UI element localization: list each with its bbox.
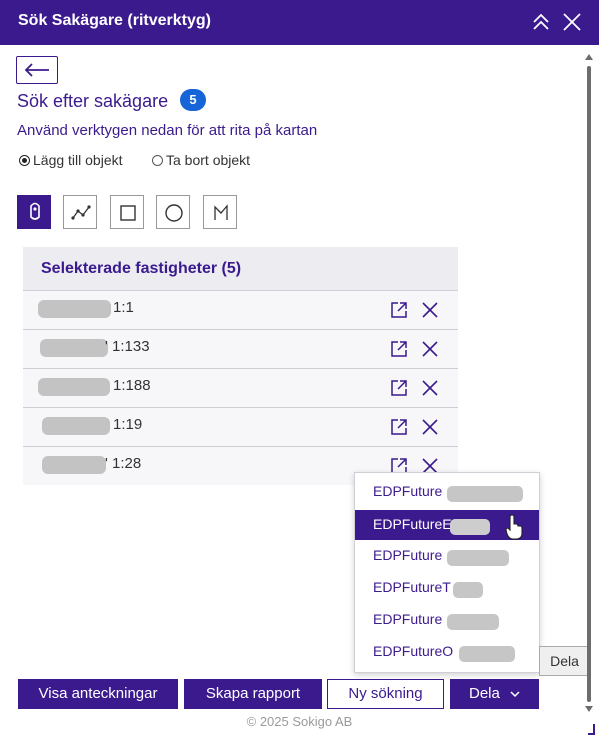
circle-icon xyxy=(165,204,183,222)
rectangle-icon xyxy=(120,205,136,221)
redacted-text xyxy=(450,519,490,535)
chevron-down-icon xyxy=(510,691,520,698)
share-menu-item[interactable]: EDPFuture xyxy=(355,605,539,635)
radio-label: Ta bort objekt xyxy=(166,152,251,168)
back-button[interactable] xyxy=(16,56,58,84)
property-id: ' 1:133 xyxy=(105,338,150,355)
redacted-text xyxy=(447,614,499,630)
radio-button[interactable] xyxy=(152,154,163,166)
scroll-up-arrow-icon xyxy=(585,54,593,60)
redacted-text xyxy=(459,646,515,662)
share-menu-item[interactable]: EDPFutureO xyxy=(355,637,539,667)
arrow-left-icon xyxy=(24,63,49,77)
show-notes-button[interactable]: Visa anteckningar xyxy=(18,679,178,709)
table-row: 1:1 xyxy=(23,290,458,329)
instruction-text: Använd verktygen nedan för att rita på k… xyxy=(17,122,318,139)
close-icon[interactable] xyxy=(421,301,439,319)
share-menu-item[interactable]: EDPFuture xyxy=(355,541,539,571)
count-badge: 5 xyxy=(180,89,206,111)
selected-properties-table: Selekterade fastigheter (5) 1:1 ' 1:133 … xyxy=(23,247,458,485)
tool-circle[interactable] xyxy=(156,195,190,229)
scroll-down-arrow-icon xyxy=(585,706,593,712)
share-menu-item[interactable]: EDPFuture xyxy=(355,477,539,507)
vertical-scrollbar[interactable] xyxy=(583,52,595,712)
table-row: 1:19 xyxy=(23,407,458,446)
table-row: 1:188 xyxy=(23,368,458,407)
redacted-text xyxy=(40,339,108,357)
redacted-text xyxy=(38,378,110,396)
table-row: ' 1:133 xyxy=(23,329,458,368)
point-icon xyxy=(30,202,40,220)
section-heading: Sök efter sakägare xyxy=(17,91,169,111)
window-title: Sök Sakägare (ritverktyg) xyxy=(18,12,211,29)
radio-add-objects[interactable]: Lägg till objekt xyxy=(19,152,123,168)
property-id: 1:188 xyxy=(113,377,151,394)
hand-cursor-icon xyxy=(505,514,523,540)
property-id: 1:1 xyxy=(113,299,134,316)
radio-remove-objects[interactable]: Ta bort objekt xyxy=(152,152,250,168)
open-external-icon[interactable] xyxy=(390,301,408,319)
chevrons-up-icon xyxy=(533,13,549,30)
redacted-text xyxy=(453,582,483,598)
property-id: 1:19 xyxy=(113,416,143,433)
tool-point[interactable] xyxy=(17,195,51,229)
share-button[interactable]: Dela xyxy=(450,679,539,709)
share-menu-item[interactable]: EDPFutureT xyxy=(355,573,539,603)
scrollbar-thumb[interactable] xyxy=(587,66,591,702)
close-icon[interactable] xyxy=(421,340,439,358)
polygon-icon xyxy=(214,204,228,220)
open-external-icon[interactable] xyxy=(390,418,408,436)
open-external-icon[interactable] xyxy=(390,340,408,358)
copyright-footer: © 2025 Sokigo AB xyxy=(246,714,353,729)
open-external-icon[interactable] xyxy=(390,379,408,397)
new-search-button[interactable]: Ny sökning xyxy=(327,679,444,709)
redacted-text xyxy=(447,550,509,566)
table-header: Selekterade fastigheter (5) xyxy=(23,247,458,290)
share-button-label: Dela xyxy=(468,685,500,702)
tool-polygon[interactable] xyxy=(203,195,237,229)
tool-polyline[interactable] xyxy=(63,195,97,229)
tool-rectangle[interactable] xyxy=(110,195,144,229)
share-menu-item-selected[interactable]: EDPFutureE xyxy=(355,510,539,540)
polyline-icon xyxy=(71,205,91,220)
radio-label: Lägg till objekt xyxy=(33,152,123,168)
resize-handle-icon[interactable] xyxy=(588,724,596,736)
close-icon[interactable] xyxy=(421,379,439,397)
close-icon xyxy=(563,13,581,31)
window-header: Sök Sakägare (ritverktyg) xyxy=(0,0,599,45)
collapse-button[interactable] xyxy=(530,11,552,33)
create-report-button[interactable]: Skapa rapport xyxy=(184,679,322,709)
redacted-text xyxy=(42,417,110,435)
close-window-button[interactable] xyxy=(561,11,583,33)
redacted-text xyxy=(447,486,523,502)
redacted-text xyxy=(38,300,111,318)
property-id: ' 1:28 xyxy=(105,455,142,472)
radio-button-checked[interactable] xyxy=(19,154,30,166)
redacted-text xyxy=(42,456,106,474)
close-icon[interactable] xyxy=(421,418,439,436)
share-dropdown-menu: EDPFuture EDPFutureE EDPFuture EDPFuture… xyxy=(354,472,540,673)
